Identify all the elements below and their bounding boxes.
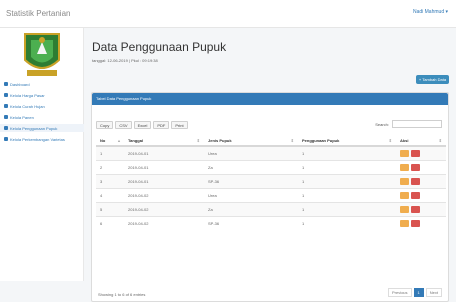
app-brand[interactable]: Statistik Pertanian: [6, 9, 70, 18]
edit-button[interactable]: [400, 177, 409, 185]
table-row: 6 2019-04-02 SP-36 1: [96, 215, 446, 230]
cell-tanggal: 2019-04-02: [124, 187, 204, 202]
sidebar-item-label: Kelola Penggunaan Pupuk: [10, 125, 58, 131]
cell-aksi: [396, 201, 446, 216]
table-row: 3 2019-04-01 SP-36 1: [96, 173, 446, 188]
cell-jenis: Za: [204, 201, 298, 216]
add-data-button[interactable]: + Tambah Data: [416, 75, 449, 84]
sidebar-item-panen[interactable]: Kelola Panen: [0, 113, 84, 121]
edit-button[interactable]: [400, 205, 409, 213]
cell-tanggal: 2019-04-01: [124, 173, 204, 188]
tag-icon: [4, 93, 8, 97]
delete-button[interactable]: [411, 219, 420, 227]
cell-penggunaan: 1: [298, 159, 396, 174]
sidebar: Dashboard Kelola Harga Pasar Kelola Cura…: [0, 28, 84, 281]
cell-tanggal: 2019-04-01: [124, 159, 204, 174]
data-table: No ▴ Tanggal ⇕ Jenis Pupuk ⇕ Penggunaan Pup…: [96, 135, 446, 230]
panel-title: Tabel Data Penggunaan Pupuk: [92, 93, 448, 105]
table-row: 4 2019-04-02 Urea 1: [96, 187, 446, 202]
search-input[interactable]: [392, 120, 442, 128]
home-icon: [4, 82, 8, 86]
cell-jenis: SP-36: [204, 173, 298, 188]
sidebar-item-label: Kelola Panen: [10, 114, 34, 120]
cell-jenis: Za: [204, 159, 298, 174]
sidebar-item-curah-hujan[interactable]: Kelola Curah Hujan: [0, 102, 84, 110]
delete-button[interactable]: [411, 149, 420, 157]
cell-tanggal: 2019-04-01: [124, 145, 204, 160]
page-title: Data Penggunaan Pupuk: [92, 40, 227, 54]
cell-no: 2: [96, 159, 124, 174]
delete-button[interactable]: [411, 205, 420, 213]
column-header-penggunaan[interactable]: Penggunaan Pupuk ⇕: [298, 135, 396, 147]
column-header-aksi[interactable]: Aksi ⇕: [396, 135, 446, 147]
edit-button[interactable]: [400, 191, 409, 199]
data-panel: Tabel Data Penggunaan Pupuk Copy CSV Exc…: [91, 92, 449, 302]
cell-penggunaan: 1: [298, 187, 396, 202]
cell-penggunaan: 1: [298, 145, 396, 160]
cell-aksi: [396, 187, 446, 202]
cell-jenis: Urea: [204, 187, 298, 202]
pagination: Previous 1 Next: [386, 288, 442, 297]
edit-button[interactable]: [400, 163, 409, 171]
sidebar-item-label: Kelola Perkembangan Varietas: [10, 136, 65, 142]
sidebar-item-harga-pasar[interactable]: Kelola Harga Pasar: [0, 91, 84, 99]
cell-penggunaan: 1: [298, 201, 396, 216]
table-header-row: No ▴ Tanggal ⇕ Jenis Pupuk ⇕ Penggunaan Pup…: [96, 135, 446, 147]
column-header-jenis[interactable]: Jenis Pupuk ⇕: [204, 135, 298, 147]
cell-aksi: [396, 173, 446, 188]
chart-icon: [4, 115, 8, 119]
regency-logo: [24, 33, 60, 76]
sidebar-item-penggunaan-pupuk[interactable]: Kelola Penggunaan Pupuk: [0, 124, 84, 132]
previous-page-button[interactable]: Previous: [387, 288, 412, 297]
sidebar-item-label: Dashboard: [10, 81, 30, 87]
cell-jenis: SP-36: [204, 215, 298, 230]
table-row: 1 2019-04-01 Urea 1: [96, 145, 446, 160]
search-label: Search:: [375, 121, 389, 127]
sidebar-item-label: Kelola Curah Hujan: [10, 103, 45, 109]
copy-button[interactable]: Copy: [96, 121, 114, 129]
cell-no: 1: [96, 145, 124, 160]
sidebar-item-label: Kelola Harga Pasar: [10, 92, 45, 98]
search-area: Search:: [375, 120, 442, 128]
delete-button[interactable]: [411, 191, 420, 199]
flask-icon: [4, 126, 8, 130]
table-row: 2 2019-04-01 Za 1: [96, 159, 446, 174]
cell-jenis: Urea: [204, 145, 298, 160]
excel-button[interactable]: Excel: [133, 121, 152, 129]
cloud-icon: [4, 104, 8, 108]
sidebar-nav: Dashboard Kelola Harga Pasar Kelola Cura…: [0, 80, 84, 146]
cell-penggunaan: 1: [298, 173, 396, 188]
print-button[interactable]: Print: [171, 121, 188, 129]
column-header-no[interactable]: No ▴: [96, 135, 124, 147]
cell-penggunaan: 1: [298, 215, 396, 230]
sidebar-item-dashboard[interactable]: Dashboard: [0, 80, 84, 88]
page-1-button[interactable]: 1: [413, 288, 424, 297]
cell-no: 3: [96, 173, 124, 188]
cell-tanggal: 2019-04-02: [124, 201, 204, 216]
leaf-icon: [4, 137, 8, 141]
top-navbar: Statistik Pertanian Nadi Mahmud ▾: [0, 0, 456, 28]
date-time-line: tanggal: 12-06-2019 | Pkul : 09:19:38: [92, 58, 158, 63]
export-toolbar: Copy CSV Excel PDF Print: [96, 121, 190, 129]
cell-aksi: [396, 145, 446, 160]
delete-button[interactable]: [411, 163, 420, 171]
cell-aksi: [396, 215, 446, 230]
main-content: Data Penggunaan Pupuk tanggal: 12-06-201…: [84, 28, 456, 302]
cell-no: 4: [96, 187, 124, 202]
cell-aksi: [396, 159, 446, 174]
entries-info: Showing 1 to 6 of 6 entries: [98, 292, 146, 297]
edit-button[interactable]: [400, 219, 409, 227]
cell-no: 5: [96, 201, 124, 216]
sidebar-item-perkembangan-varietas[interactable]: Kelola Perkembangan Varietas: [0, 135, 84, 143]
delete-button[interactable]: [411, 177, 420, 185]
cell-tanggal: 2019-04-02: [124, 215, 204, 230]
edit-button[interactable]: [400, 149, 409, 157]
cell-no: 6: [96, 215, 124, 230]
table-row: 5 2019-04-02 Za 1: [96, 201, 446, 216]
csv-button[interactable]: CSV: [115, 121, 132, 129]
next-page-button[interactable]: Next: [425, 288, 442, 297]
column-header-tanggal[interactable]: Tanggal ⇕: [124, 135, 204, 147]
pdf-button[interactable]: PDF: [153, 121, 170, 129]
user-menu[interactable]: Nadi Mahmud ▾: [413, 9, 448, 15]
